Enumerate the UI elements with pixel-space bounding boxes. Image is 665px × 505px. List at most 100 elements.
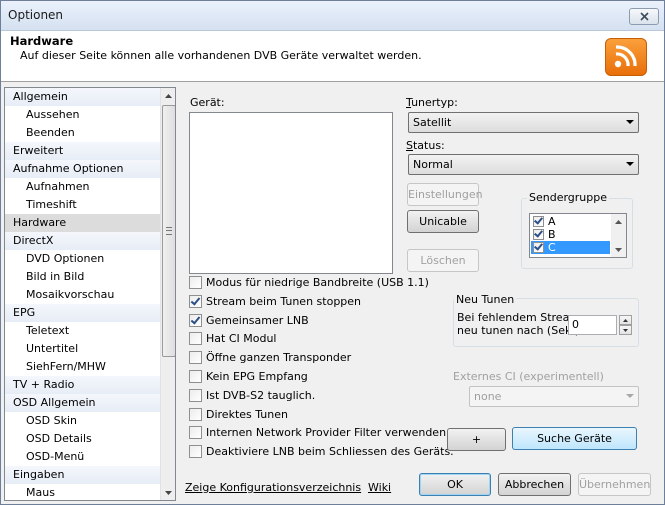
scroll-up-arrow-icon[interactable] <box>161 88 175 103</box>
device-list[interactable] <box>189 112 393 274</box>
option-label: Stream beim Tunen stoppen <box>206 294 362 308</box>
cancel-button[interactable]: Abbrechen <box>498 473 571 496</box>
config-folder-link[interactable]: Zeige Konfigurationsverzeichnis <box>185 481 361 494</box>
option-checkbox[interactable]: Kein EPG Empfang <box>189 369 308 384</box>
option-checkbox[interactable]: Gemeinsamer LNB <box>189 313 309 328</box>
nav-item-dvd-optionen[interactable]: DVD Optionen <box>5 250 160 268</box>
nav-item-osd-allgemein[interactable]: OSD Allgemein <box>5 394 160 412</box>
scroll-down-arrow-icon[interactable] <box>161 485 175 500</box>
sendergruppe-item-label: C <box>548 241 556 254</box>
nav-item-aussehen[interactable]: Aussehen <box>5 106 160 124</box>
scroll-up-arrow-icon[interactable] <box>611 214 626 229</box>
external-ci-select[interactable]: none <box>469 386 639 407</box>
category-scrollbar[interactable] <box>160 88 175 500</box>
title-bar[interactable]: Optionen <box>1 1 664 31</box>
nav-item-beenden[interactable]: Beenden <box>5 124 160 142</box>
spin-up-icon[interactable] <box>619 315 632 325</box>
sendergruppe-list[interactable]: ABC <box>529 213 627 258</box>
retune-seconds-value: 0 <box>572 318 579 331</box>
retune-seconds-input[interactable]: 0 <box>568 315 617 335</box>
checkbox-icon[interactable] <box>189 370 202 383</box>
checkbox-icon[interactable] <box>189 332 202 346</box>
apply-button[interactable]: Übernehmen <box>578 473 651 496</box>
category-tree[interactable]: Allgemein Aussehen Beenden Erweitert Aufnahm… <box>4 87 176 501</box>
chevron-down-icon <box>626 120 634 124</box>
scroll-thumb[interactable] <box>162 105 175 357</box>
nav-item-mosaikvorschau[interactable]: Mosaikvorschau <box>5 286 160 304</box>
nav-item-allgemein[interactable]: Allgemein <box>5 88 160 106</box>
status-select[interactable]: Normal <box>408 154 639 175</box>
option-checkbox[interactable]: Stream beim Tunen stoppen <box>189 294 361 309</box>
sendergruppe-item[interactable]: A <box>531 215 610 228</box>
option-checkbox[interactable]: Modus für niedrige Bandbreite (USB 1.1) <box>189 275 429 290</box>
nav-item-aufnahme-optionen[interactable]: Aufnahme Optionen <box>5 160 160 178</box>
nav-item-tv-radio[interactable]: TV + Radio <box>5 376 160 394</box>
spin-down-icon[interactable] <box>619 325 632 335</box>
nav-item-timeshift[interactable]: Timeshift <box>5 196 160 214</box>
option-checkbox[interactable]: Öffne ganzen Transponder <box>189 350 351 365</box>
nav-item-osd-menü[interactable]: OSD-Menü <box>5 448 160 466</box>
nav-item-osd-skin[interactable]: OSD Skin <box>5 412 160 430</box>
nav-item-erweitert[interactable]: Erweitert <box>5 142 160 160</box>
option-label: Gemeinsamer LNB <box>206 313 309 327</box>
sendergruppe-item-label: B <box>548 228 556 241</box>
tuner-type-label: Tunertyp: <box>406 96 458 109</box>
checkbox-icon[interactable] <box>189 426 202 440</box>
page-title: Hardware <box>10 34 74 48</box>
option-label: Ist DVB-S2 tauglich. <box>206 388 316 402</box>
checkbox-icon[interactable] <box>533 216 544 227</box>
nav-item-maus[interactable]: Maus <box>5 484 160 500</box>
checkbox-icon[interactable] <box>189 313 202 327</box>
option-label: Öffne ganzen Transponder <box>206 351 352 365</box>
checkbox-icon[interactable] <box>189 407 202 421</box>
nav-item-siehfern-mhw[interactable]: SiehFern/MHW <box>5 358 160 376</box>
checkbox-icon[interactable] <box>189 388 202 402</box>
option-label: Modus für niedrige Bandbreite (USB 1.1) <box>206 276 429 289</box>
checkbox-icon[interactable] <box>533 242 544 253</box>
settings-button[interactable]: Einstellungen <box>407 183 483 206</box>
sendergruppe-item[interactable]: B <box>531 228 610 241</box>
nav-item-osd-details[interactable]: OSD Details <box>5 430 160 448</box>
option-checkbox[interactable]: Hat CI Modul <box>189 331 276 346</box>
ok-button[interactable]: OK <box>419 473 491 496</box>
checkbox-icon[interactable] <box>189 276 202 289</box>
retune-spinner <box>619 315 632 335</box>
nav-item-aufnahmen[interactable]: Aufnahmen <box>5 178 160 196</box>
checkbox-icon[interactable] <box>189 445 202 459</box>
wiki-link[interactable]: Wiki <box>368 481 391 494</box>
option-checkbox[interactable]: Deaktiviere LNB beim Schliessen des Gerä… <box>189 444 454 459</box>
checkbox-icon[interactable] <box>189 351 202 365</box>
page-header: Hardware Auf dieser Seite können alle vo… <box>1 31 664 82</box>
option-checkbox[interactable]: Ist DVB-S2 tauglich. <box>189 388 315 403</box>
nav-item-bild-in-bild[interactable]: Bild in Bild <box>5 268 160 286</box>
status-value: Normal <box>413 158 453 171</box>
chevron-down-icon <box>626 394 634 398</box>
rss-feed-icon <box>605 38 647 76</box>
nav-item-untertitel[interactable]: Untertitel <box>5 340 160 358</box>
option-checkbox[interactable]: Direktes Tunen <box>189 407 288 422</box>
search-devices-button[interactable]: Suche Geräte <box>512 427 637 450</box>
page-description: Auf dieser Seite können alle vorhandenen… <box>20 49 422 62</box>
retune-line-2: neu tunen nach (Sek.) <box>457 324 580 337</box>
sendergruppe-item-label: A <box>548 215 556 228</box>
scroll-down-arrow-icon[interactable] <box>611 242 626 257</box>
sendergruppe-item[interactable]: C <box>531 241 610 254</box>
nav-item-hardware[interactable]: Hardware <box>5 214 160 232</box>
options-dialog: Optionen Hardware Auf dieser Seite könne… <box>0 0 665 505</box>
retune-title: Neu Tunen <box>454 293 517 306</box>
nav-item-teletext[interactable]: Teletext <box>5 322 160 340</box>
sendergruppe-scrollbar[interactable] <box>611 214 626 257</box>
tuner-type-select[interactable]: Satellit <box>408 112 639 133</box>
add-button[interactable]: + <box>447 428 506 451</box>
option-label: Direktes Tunen <box>206 407 288 421</box>
nav-item-eingaben[interactable]: Eingaben <box>5 466 160 484</box>
close-button[interactable] <box>629 8 659 25</box>
nav-item-directx[interactable]: DirectX <box>5 232 160 250</box>
unicable-button[interactable]: Unicable <box>407 210 479 233</box>
checkbox-icon[interactable] <box>189 294 202 308</box>
checkbox-icon[interactable] <box>533 229 544 240</box>
option-label: Hat CI Modul <box>206 332 277 346</box>
delete-button[interactable]: Löschen <box>407 249 479 272</box>
option-checkbox[interactable]: Internen Network Provider Filter verwend… <box>189 425 446 440</box>
nav-item-epg[interactable]: EPG <box>5 304 160 322</box>
